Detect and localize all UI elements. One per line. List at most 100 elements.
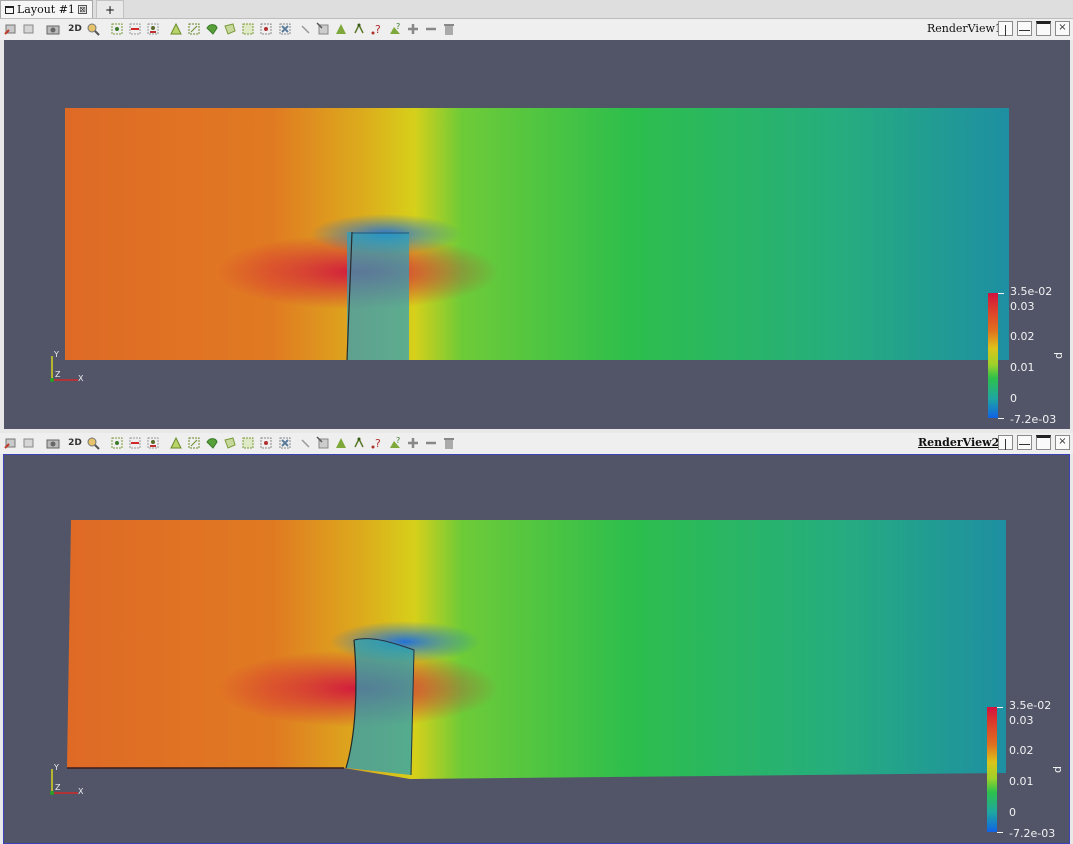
clear-selection-icon[interactable] <box>442 22 456 36</box>
colorbar-title: p <box>1052 766 1065 773</box>
colorbar-tick-label: 0.01 <box>1010 361 1035 374</box>
colorbar-min-label: -7.2e-03 <box>1009 827 1056 840</box>
colorbar-max-label: 3.5e-02 <box>1010 285 1053 298</box>
orientation-axes: Y X Z <box>48 350 88 388</box>
shrink-icon[interactable] <box>424 22 438 36</box>
view-toolbar-2: 2D ? ? RenderView2 × <box>0 433 1073 454</box>
render-view-2-title[interactable]: RenderView2 <box>918 436 999 451</box>
select-cells-on-icon[interactable] <box>259 436 273 450</box>
colorbar-tick <box>998 418 1004 419</box>
colorbar-tick-label: 0.02 <box>1010 330 1035 343</box>
split-vertical-icon[interactable] <box>1017 435 1032 450</box>
2d-mode-button[interactable]: 2D <box>68 22 82 36</box>
deselect-icon[interactable] <box>128 22 142 36</box>
colorbar-min-label: -7.2e-03 <box>1010 413 1057 426</box>
shrink-selection-icon[interactable] <box>352 436 366 450</box>
svg-text:?: ? <box>396 22 400 31</box>
colorbar-max-label: 3.5e-02 <box>1009 699 1052 712</box>
axis-z-label: Z <box>55 783 61 792</box>
camera-icon[interactable] <box>46 22 60 36</box>
orientation-axes: Y X Z <box>48 763 88 801</box>
find-data-icon[interactable]: ? <box>370 22 384 36</box>
select-polygon-icon[interactable] <box>223 22 237 36</box>
axis-y-label: Y <box>54 350 59 359</box>
pressure-field-plot <box>65 108 1009 361</box>
select-points-on-icon[interactable] <box>241 436 255 450</box>
axis-x-label: X <box>78 787 84 796</box>
colorbar-tick-label: 0 <box>1010 392 1017 405</box>
view-toolbar-1: 2D ? ? RenderView1 × <box>0 19 1073 40</box>
tab-close-icon[interactable]: ⊠ <box>77 5 87 14</box>
render-view-2[interactable]: 3.5e-02 0.03 0.02 0.01 0 -7.2e-03 p Y X … <box>3 454 1070 844</box>
colorbar-tick-label: 0.03 <box>1010 300 1035 313</box>
select-polygon-icon[interactable] <box>223 436 237 450</box>
select-surface-cells-icon[interactable] <box>169 436 183 450</box>
layout-tab-bar: Layout #1 ⊠ + <box>0 0 1073 19</box>
zoom-to-box-icon[interactable] <box>86 22 100 36</box>
svg-text:?: ? <box>375 437 381 450</box>
select-surface-cells-icon[interactable] <box>169 22 183 36</box>
colorbar-gradient <box>987 707 997 832</box>
shrink-icon[interactable] <box>424 436 438 450</box>
camera-icon[interactable] <box>46 436 60 450</box>
select-block-icon[interactable] <box>205 22 219 36</box>
render-view-1-title[interactable]: RenderView1 <box>927 22 1002 37</box>
annotation-icon[interactable]: ? <box>388 22 402 36</box>
select-cells-on-icon[interactable] <box>259 22 273 36</box>
hover-points-icon[interactable] <box>298 436 312 450</box>
clear-selection-icon[interactable] <box>442 436 456 450</box>
select-points-icon[interactable] <box>146 436 160 450</box>
close-view-icon[interactable]: × <box>1055 435 1070 450</box>
svg-text:?: ? <box>375 23 381 36</box>
shrink-selection-icon[interactable] <box>352 22 366 36</box>
select-cells-icon[interactable] <box>110 436 124 450</box>
annotation-icon[interactable]: ? <box>388 436 402 450</box>
grow-icon[interactable] <box>406 22 420 36</box>
pressure-field-plot <box>67 520 1006 779</box>
tab-layout-1[interactable]: Layout #1 ⊠ <box>0 0 93 18</box>
select-points-icon[interactable] <box>146 22 160 36</box>
grow-selection-icon[interactable] <box>334 436 348 450</box>
select-cells-icon[interactable] <box>110 22 124 36</box>
colorbar-tick-label: 0 <box>1009 806 1016 819</box>
zoom-to-box-icon[interactable] <box>86 436 100 450</box>
interactive-select-icon[interactable] <box>316 22 330 36</box>
zoom-closest-icon[interactable] <box>22 436 36 450</box>
axis-y-label: Y <box>54 763 59 772</box>
reset-camera-icon[interactable] <box>4 436 18 450</box>
interactive-select-icon[interactable] <box>316 436 330 450</box>
colorbar-tick <box>997 707 1003 708</box>
select-multiple-icon[interactable] <box>278 22 292 36</box>
tab-label: Layout #1 <box>17 3 75 16</box>
reset-camera-icon[interactable] <box>4 22 18 36</box>
svg-text:?: ? <box>396 436 400 445</box>
select-frustum-icon[interactable] <box>187 436 201 450</box>
deselect-icon[interactable] <box>128 436 142 450</box>
2d-mode-button[interactable]: 2D <box>68 436 82 450</box>
render-view-1[interactable]: 3.5e-02 0.03 0.02 0.01 0 -7.2e-03 p Y X … <box>4 40 1070 429</box>
zoom-closest-icon[interactable] <box>22 22 36 36</box>
hover-points-icon[interactable] <box>298 22 312 36</box>
find-data-icon[interactable]: ? <box>370 436 384 450</box>
axis-z-label: Z <box>55 370 61 379</box>
colorbar-tick <box>997 832 1003 833</box>
split-horizontal-icon[interactable] <box>998 21 1013 36</box>
axis-x-label: X <box>78 374 84 383</box>
select-frustum-icon[interactable] <box>187 22 201 36</box>
grow-icon[interactable] <box>406 436 420 450</box>
colorbar-tick-label: 0.03 <box>1009 714 1034 727</box>
close-view-icon[interactable]: × <box>1055 21 1070 36</box>
colorbar-title: p <box>1053 352 1066 359</box>
split-vertical-icon[interactable] <box>1017 21 1032 36</box>
select-multiple-icon[interactable] <box>278 436 292 450</box>
maximize-icon[interactable] <box>1036 435 1051 450</box>
window-icon <box>5 5 14 14</box>
add-layout-tab-button[interactable]: + <box>96 0 124 18</box>
colorbar-gradient <box>988 293 998 418</box>
select-points-on-icon[interactable] <box>241 22 255 36</box>
colorbar-tick-label: 0.01 <box>1009 775 1034 788</box>
grow-selection-icon[interactable] <box>334 22 348 36</box>
maximize-icon[interactable] <box>1036 21 1051 36</box>
split-horizontal-icon[interactable] <box>998 435 1013 450</box>
select-block-icon[interactable] <box>205 436 219 450</box>
